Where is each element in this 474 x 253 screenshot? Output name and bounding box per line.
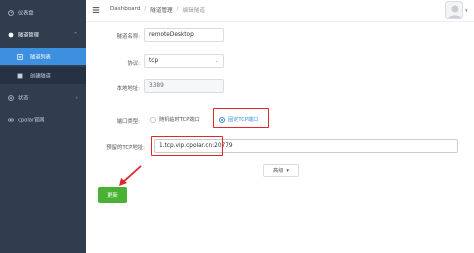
reserved-tcp-label: 预留的TCP地址: bbox=[106, 145, 145, 151]
breadcrumb-separator: / bbox=[144, 6, 147, 12]
protocol-value: tcp bbox=[149, 58, 159, 64]
sidebar-item-label: 仪表盘 bbox=[18, 10, 34, 16]
protocol-select[interactable]: tcp ⌄ bbox=[144, 54, 224, 68]
sidebar-item-tunnel-list[interactable]: 隧道列表 bbox=[0, 48, 86, 65]
local-address-label: 本地地址: bbox=[116, 86, 140, 92]
link-icon bbox=[8, 118, 14, 121]
caret-down-icon[interactable]: ▾ bbox=[465, 8, 468, 14]
chevron-up-icon: ⌃ bbox=[72, 31, 78, 38]
port-type-label: 端口类型: bbox=[116, 119, 140, 125]
avatar[interactable] bbox=[445, 1, 463, 19]
create-icon bbox=[17, 73, 23, 78]
highlight-box-reserved-address bbox=[151, 136, 223, 156]
sidebar-item-dashboard[interactable]: 仪表盘 bbox=[0, 4, 86, 21]
radio-button[interactable] bbox=[150, 116, 156, 123]
tunnel-icon bbox=[8, 32, 14, 37]
top-bar: Dashboard / 隧道管理 / 编辑隧道 ▾ bbox=[86, 0, 474, 22]
sidebar-item-status[interactable]: 状态 › bbox=[0, 89, 86, 106]
breadcrumb-item-tunnel-management[interactable]: 隧道管理 bbox=[150, 6, 172, 14]
advanced-button[interactable]: 高级 ▾ bbox=[263, 164, 299, 177]
protocol-label: 协议: bbox=[127, 61, 140, 67]
sidebar-item-cpolar-website[interactable]: cpolar官网 bbox=[0, 111, 86, 128]
radio-random-tcp-port[interactable]: 随机临时TCP端口 bbox=[150, 116, 200, 123]
user-icon bbox=[448, 5, 462, 18]
chevron-down-icon: ⌄ bbox=[214, 58, 219, 64]
sidebar: 仪表盘 隧道管理 ⌃ 隧道列表 创建隧道 状态 › cpolar官网 bbox=[0, 0, 86, 253]
menu-toggle-icon[interactable] bbox=[92, 6, 100, 14]
advanced-label: 高级 bbox=[273, 168, 284, 174]
tunnel-name-input[interactable]: remoteDesktop bbox=[144, 28, 224, 42]
chevron-right-icon: › bbox=[75, 94, 78, 101]
highlight-box-fixed-port bbox=[213, 108, 269, 128]
list-icon bbox=[17, 53, 23, 60]
breadcrumb: Dashboard / 隧道管理 / 编辑隧道 bbox=[110, 6, 205, 14]
sidebar-item-tunnel-management[interactable]: 隧道管理 ⌃ bbox=[0, 26, 86, 43]
sidebar-item-label: 隧道列表 bbox=[30, 54, 51, 60]
sidebar-item-label: cpolar官网 bbox=[18, 117, 45, 123]
radio-label: 随机临时TCP端口 bbox=[159, 117, 200, 123]
sidebar-item-create-tunnel[interactable]: 创建隧道 bbox=[0, 67, 86, 84]
update-button[interactable]: 更新 bbox=[98, 187, 127, 203]
sidebar-item-label: 创建隧道 bbox=[30, 73, 51, 79]
sidebar-item-label: 隧道管理 bbox=[18, 32, 39, 38]
dashboard-icon bbox=[8, 9, 14, 16]
status-icon bbox=[8, 94, 14, 101]
breadcrumb-item-current: 编辑隧道 bbox=[182, 8, 205, 14]
caret-down-icon: ▾ bbox=[286, 167, 289, 174]
tunnel-name-label: 隧道名称: bbox=[116, 34, 140, 40]
red-arrow-annotation bbox=[119, 165, 142, 186]
breadcrumb-separator: / bbox=[176, 6, 179, 12]
local-address-input[interactable]: 3389 bbox=[144, 79, 224, 93]
sidebar-item-label: 状态 bbox=[18, 95, 29, 101]
breadcrumb-item-dashboard[interactable]: Dashboard bbox=[110, 6, 140, 14]
